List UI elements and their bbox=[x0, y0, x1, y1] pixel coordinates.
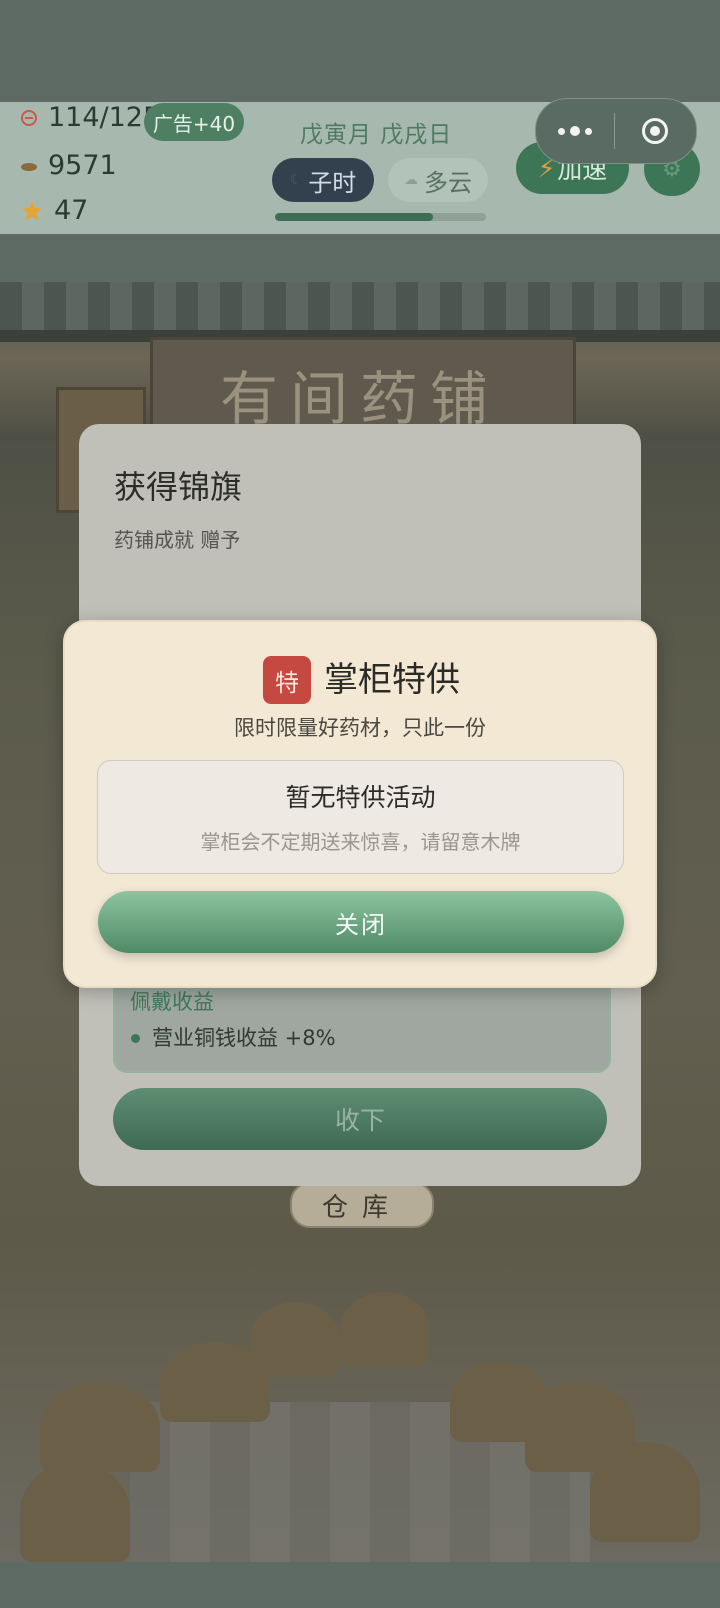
herb-basket bbox=[340, 1292, 430, 1367]
herb-basket bbox=[250, 1302, 340, 1377]
bottom-bar bbox=[0, 1562, 720, 1608]
weather-label: 多云 bbox=[424, 168, 472, 197]
stamina-stat: 114/125 bbox=[20, 102, 160, 133]
exit-mini-program-button[interactable] bbox=[615, 118, 695, 144]
star-icon bbox=[22, 200, 42, 220]
coins-stat: 9571 bbox=[20, 150, 117, 181]
special-offer-subtitle: 限时限量好药材，只此一份 bbox=[234, 716, 486, 740]
empty-offer-title: 暂无特供活动 bbox=[285, 783, 436, 812]
stamina-icon bbox=[21, 109, 37, 126]
day-progress-bar bbox=[275, 213, 486, 221]
moon-icon: ☾ bbox=[289, 172, 303, 188]
herb-basket bbox=[20, 1462, 130, 1562]
banner-dialog-subtitle: 药铺成就 赠予 bbox=[114, 528, 241, 552]
empty-offer-subtitle: 掌柜会不定期送来惊喜，请留意木牌 bbox=[200, 830, 521, 854]
hour-pill: ☾ 子时 bbox=[272, 158, 374, 202]
coin-icon bbox=[21, 162, 37, 171]
calendar-date: 戊寅月 戊戌日 bbox=[300, 122, 453, 148]
top-bar bbox=[0, 0, 720, 102]
herb-basket bbox=[590, 1442, 700, 1542]
coins-value: 9571 bbox=[48, 150, 117, 181]
weather-pill: ☁ 多云 bbox=[388, 158, 488, 202]
hour-label: 子时 bbox=[308, 168, 357, 197]
stars-value: 47 bbox=[54, 195, 89, 226]
special-offer-title: 掌柜特供 bbox=[324, 660, 460, 700]
banner-dialog-title: 获得锦旗 bbox=[114, 468, 243, 506]
mini-program-capsule bbox=[535, 98, 697, 164]
stars-stat: 47 bbox=[20, 195, 88, 226]
perk-heading: 佩戴收益 bbox=[130, 990, 214, 1014]
herb-basket bbox=[40, 1382, 160, 1472]
hud-spacer bbox=[0, 234, 720, 282]
perk-bullet bbox=[131, 1034, 140, 1043]
more-menu-icon[interactable] bbox=[536, 126, 614, 136]
accept-banner-button[interactable]: 收下 bbox=[113, 1088, 607, 1150]
exit-ring-icon bbox=[642, 118, 668, 144]
ad-bonus-button[interactable]: 广告+40 bbox=[144, 103, 244, 141]
cloud-icon: ☁ bbox=[404, 172, 418, 188]
perk-item: 营业铜钱收益 +8% bbox=[152, 1026, 336, 1050]
close-button[interactable]: 关闭 bbox=[98, 891, 624, 953]
day-progress-fill bbox=[275, 213, 434, 221]
warehouse-plaque[interactable]: 仓库 bbox=[290, 1182, 434, 1228]
special-offer-badge-icon: 特 bbox=[263, 656, 311, 704]
